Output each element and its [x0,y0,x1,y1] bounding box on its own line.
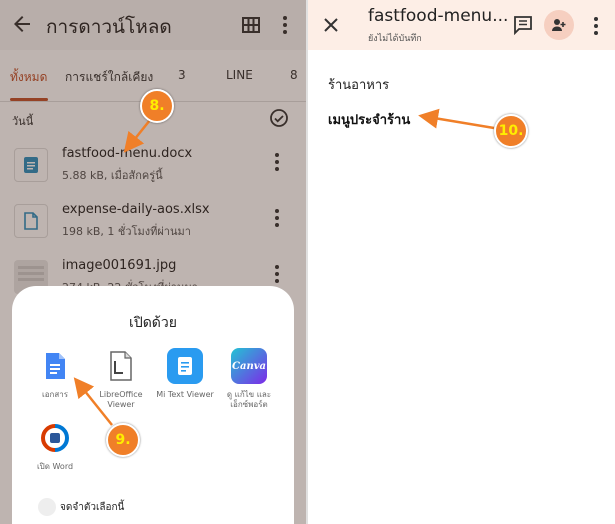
app-label: ดู แก้ไข และเอ็กซ์พอร์ต [226,390,272,409]
app-label: Mi Text Viewer [156,390,214,399]
sheet-title: เปิดด้วย [129,315,177,331]
app-option-libreoffice[interactable]: LibreOffice Viewer [86,348,156,410]
app-option-mi-text-viewer[interactable]: Mi Text Viewer [150,348,220,400]
google-docs-icon [37,348,73,384]
app-option-google-docs[interactable]: เอกสาร [20,348,90,400]
remember-choice[interactable]: จดจำตัวเลือกนี้ [38,498,124,516]
add-person-icon [552,19,566,31]
step-marker-10: 10. [494,114,528,148]
comment-icon[interactable] [513,15,533,35]
canva-icon: Canva [231,348,267,384]
app-label: LibreOffice Viewer [99,390,143,409]
close-icon[interactable] [322,16,340,34]
document-body[interactable]: ร้านอาหาร เมนูประจำร้าน [328,74,410,130]
document-heading-line: เมนูประจำร้าน [328,113,411,128]
app-option-canva[interactable]: Canva ดู แก้ไข และเอ็กซ์พอร์ต [214,348,284,410]
remember-label: จดจำตัวเลือกนี้ [60,501,125,513]
microsoft-office-icon [37,420,73,456]
step-marker-9: 9. [106,423,140,457]
editor-header: fastfood-menu... ยังไม่ได้บันทึก [308,0,615,50]
step-marker-8: 8. [140,89,174,123]
open-with-sheet: เปิดด้วย เอกสาร LibreOffice Viewer Mi Te… [12,286,294,524]
app-label: เอกสาร [41,390,69,399]
app-label: เปิด Word [36,462,74,471]
save-status: ยังไม่ได้บันทึก [368,34,422,44]
document-editor-screen: fastfood-menu... ยังไม่ได้บันทึก ร้านอาห… [308,0,615,524]
downloads-screen: การดาวน์โหลด ทั้งหมด การแชร์ใกล้เคียง 3 … [0,0,306,524]
mi-text-viewer-icon [167,348,203,384]
share-button[interactable] [544,10,574,40]
app-option-office[interactable]: เปิด Word [20,420,90,472]
more-options-icon[interactable] [593,16,599,36]
remember-checkbox[interactable] [38,498,56,516]
document-line: ร้านอาหาร [328,78,390,93]
document-title: fastfood-menu... [368,6,509,26]
libreoffice-icon [103,348,139,384]
